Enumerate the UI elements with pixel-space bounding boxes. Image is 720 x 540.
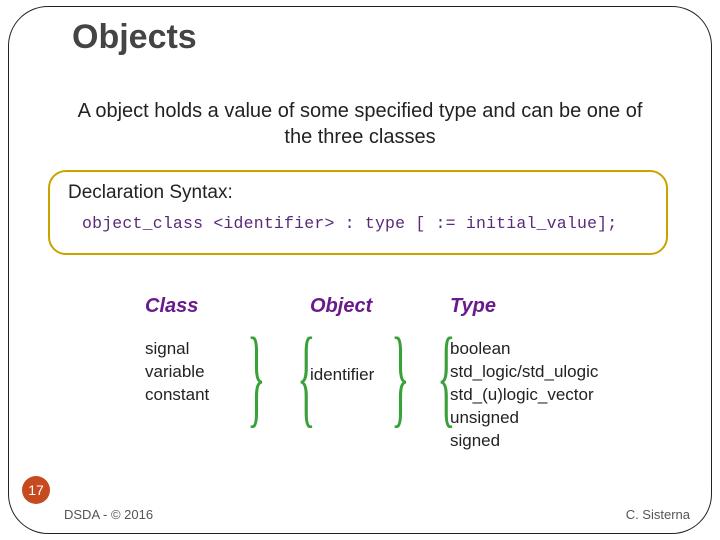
column-type-items: boolean std_logic/std_ulogic std_(u)logi… bbox=[450, 326, 680, 453]
type-item: signed bbox=[450, 430, 680, 453]
slide-title: Objects bbox=[72, 18, 197, 57]
column-class-items: signal variable constant bbox=[145, 326, 295, 407]
syntax-code: object_class <identifier> : type [ := in… bbox=[68, 214, 648, 233]
footer-left: DSDA - © 2016 bbox=[64, 507, 153, 522]
column-type: Type boolean std_logic/std_ulogic std_(u… bbox=[450, 295, 680, 453]
column-class-heading: Class bbox=[145, 295, 295, 318]
type-item: std_(u)logic_vector bbox=[450, 384, 680, 407]
column-object-items: identifier bbox=[310, 326, 450, 387]
column-object: Object identifier bbox=[310, 295, 450, 387]
slide-subtitle: A object holds a value of some specified… bbox=[70, 98, 650, 150]
class-item: signal bbox=[145, 338, 295, 361]
column-type-heading: Type bbox=[450, 295, 680, 318]
column-class: Class signal variable constant bbox=[145, 295, 295, 407]
object-item: identifier bbox=[310, 364, 450, 387]
class-item: variable bbox=[145, 361, 295, 384]
columns-area: Class signal variable constant } { Objec… bbox=[110, 295, 670, 480]
brace-icon: } bbox=[247, 321, 265, 431]
syntax-box: Declaration Syntax: object_class <identi… bbox=[48, 170, 668, 255]
type-item: boolean bbox=[450, 338, 680, 361]
footer-right: C. Sisterna bbox=[626, 507, 690, 522]
column-object-heading: Object bbox=[310, 295, 450, 318]
page-number-badge: 17 bbox=[22, 476, 50, 504]
syntax-label: Declaration Syntax: bbox=[68, 182, 648, 204]
slide: Objects A object holds a value of some s… bbox=[0, 0, 720, 540]
class-item: constant bbox=[145, 384, 295, 407]
type-item: unsigned bbox=[450, 407, 680, 430]
brace-icon: } bbox=[391, 321, 409, 431]
type-item: std_logic/std_ulogic bbox=[450, 361, 680, 384]
